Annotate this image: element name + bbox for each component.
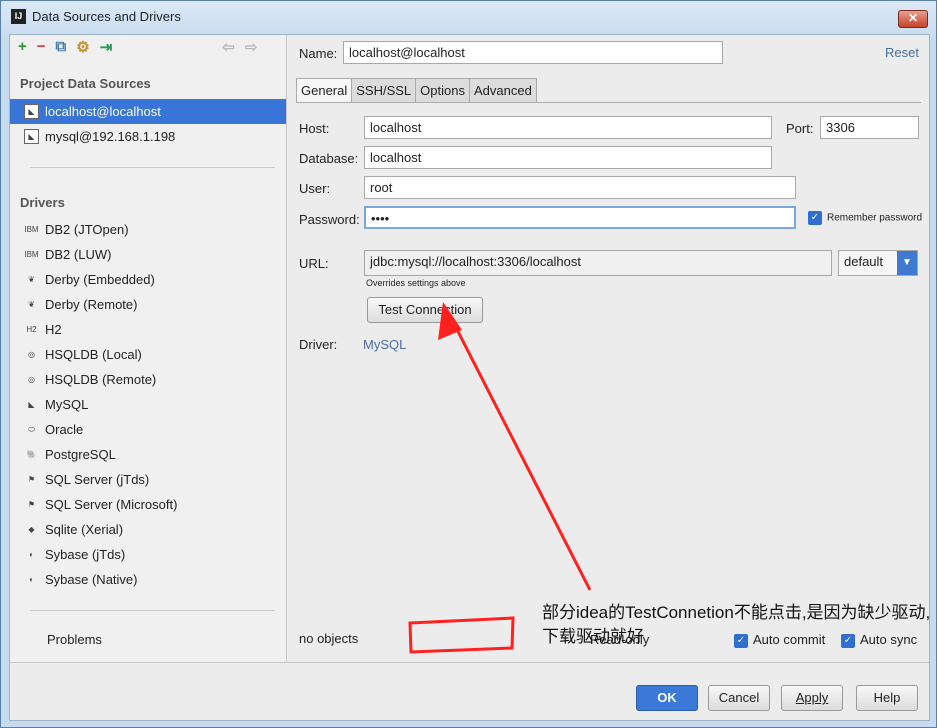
annotation-rectangle: [408, 616, 515, 654]
annotation-arrow: [444, 307, 592, 591]
annotation-text: 部分idea的TestConnetion不能点击,是因为缺少驱动,下载驱动就好: [542, 603, 931, 646]
